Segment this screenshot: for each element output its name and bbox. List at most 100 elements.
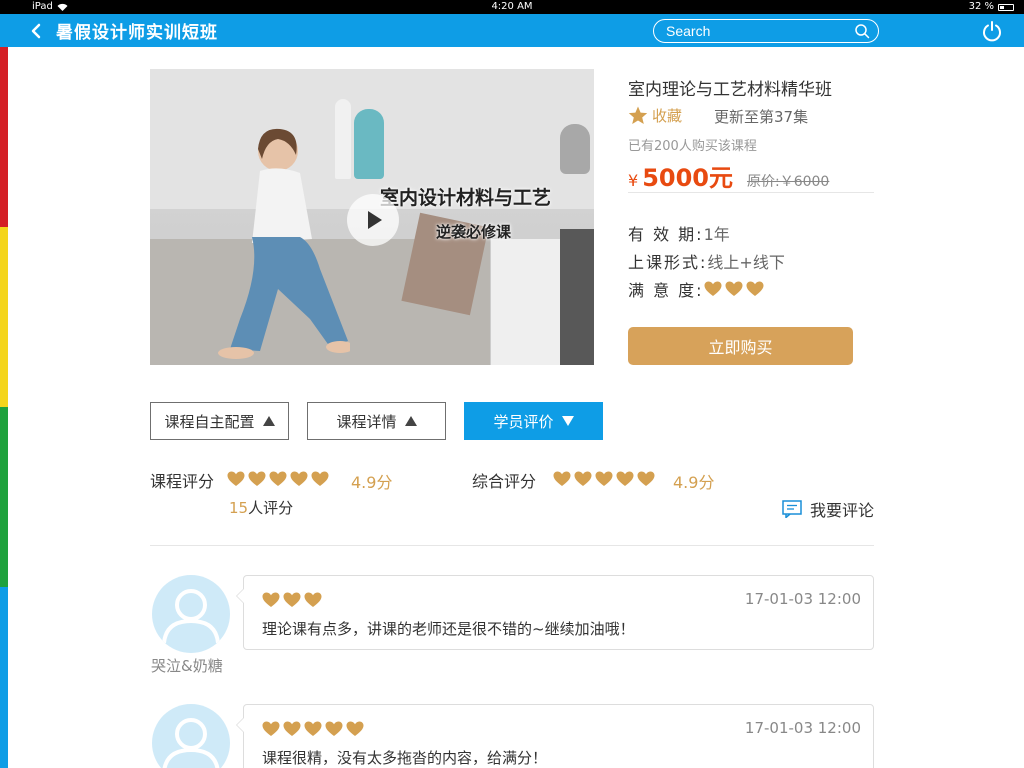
tab-course-details[interactable]: 课程详情 [307,402,446,440]
heart-icon [746,281,764,296]
video-overlay-title: 室内设计材料与工艺 [380,187,552,209]
status-right: 32 % [969,0,1014,14]
play-icon [368,211,382,229]
search-icon[interactable] [854,23,870,39]
review-hearts [262,721,364,737]
heart-icon [574,471,592,486]
avatar[interactable] [152,704,230,768]
favorite-button[interactable]: 收藏 [628,105,682,126]
nav-bar: 暑假设计师实训短班 [0,14,1024,47]
video-scene [560,124,590,174]
heart-icon [725,281,743,296]
review-hearts [262,592,322,608]
satisfaction-hearts [704,281,764,297]
avatar[interactable] [152,575,230,653]
heart-icon [311,471,329,486]
comment-icon [782,500,802,518]
favorite-label: 收藏 [652,107,683,125]
search-input[interactable] [666,23,854,39]
battery-icon [998,3,1014,11]
overall-rating-label: 综合评分 [472,472,537,491]
buyers-count: 已有200人购买该课程 [628,139,757,154]
chevron-left-icon [31,23,41,38]
heart-icon [227,471,245,486]
video-person-image [218,128,350,359]
stripe-yellow [0,227,8,407]
heart-icon [262,592,280,607]
tab-label: 学员评价 [493,412,554,431]
battery-percent: 32 % [968,1,994,12]
review-text: 课程很精，没有太多拖沓的内容，给满分！ [262,749,548,767]
tab-course-config[interactable]: 课程自主配置 [150,402,289,440]
heart-icon [290,471,308,486]
satisfaction-label: 满 意 度: [628,281,704,300]
divider [150,545,874,546]
heart-icon [325,721,343,736]
update-status: 更新至第37集 [714,108,809,126]
heart-icon [283,721,301,736]
tab-student-reviews[interactable]: 学员评价 [464,402,603,440]
write-review-label: 我要评论 [810,501,875,520]
heart-icon [637,471,655,486]
user-icon [162,718,220,768]
video-thumbnail[interactable]: 室内设计材料与工艺 逆袭必修课 [150,69,594,365]
tab-label: 课程自主配置 [164,412,255,431]
course-rating-label: 课程评分 [150,472,215,491]
triangle-down-icon [561,416,574,426]
price-symbol: ¥ [628,171,639,190]
validity-row: 有 效 期: 1年 [628,221,730,245]
course-rating-score: 4.9分 [351,473,393,492]
course-rating-hearts [227,471,329,487]
overall-rating-score: 4.9分 [673,473,715,492]
tab-label: 课程详情 [336,412,397,431]
heart-icon [304,592,322,607]
rating-count: 15人评分 [229,497,293,518]
triangle-up-icon [262,416,275,426]
price-original: 原价:￥6000 [746,174,830,190]
play-button[interactable] [347,194,399,246]
write-review-button[interactable]: 我要评论 [782,497,874,521]
heart-icon [595,471,613,486]
back-button[interactable]: 暑假设计师实训短班 [28,14,218,47]
review-username: 哭泣&奶糖 [151,657,223,675]
power-icon[interactable] [981,20,1003,42]
review-time: 17-01-03 12:00 [744,590,861,608]
status-time: 4:20 AM [491,1,533,12]
review-text: 理论课有点多，讲课的老师还是很不错的~继续加油哦！ [262,620,635,638]
stripe-green [0,407,8,587]
heart-icon [269,471,287,486]
overall-rating-hearts [553,471,655,487]
video-scene [354,109,384,179]
heart-icon [553,471,571,486]
validity-value: 1年 [703,225,730,244]
rating-count-suffix: 人评分 [248,499,294,517]
video-overlay-subtitle: 逆袭必修课 [436,223,512,241]
rating-count-number: 15 [229,499,249,517]
heart-icon [346,721,364,736]
star-icon [628,106,648,124]
stripe-blue [0,587,8,768]
user-icon [162,589,220,644]
price-current: 5000元 [642,164,733,192]
validity-label: 有 效 期: [628,225,704,244]
course-title: 室内理论与工艺材料精华班 [628,80,832,100]
review-card: 17-01-03 12:00 课程很精，没有太多拖沓的内容，给满分！ [236,704,874,768]
heart-icon [704,281,722,296]
review-card: 17-01-03 12:00 理论课有点多，讲课的老师还是很不错的~继续加油哦！ [236,575,874,650]
buy-now-button[interactable]: 立即购买 [628,327,853,365]
review-time: 17-01-03 12:00 [744,719,861,737]
heart-icon [248,471,266,486]
divider [628,192,874,193]
triangle-up-icon [404,416,417,426]
search-box[interactable] [653,19,879,43]
satisfaction-row: 满 意 度: [628,277,764,301]
video-scene [560,229,594,365]
price-row: ¥ 5000元 原价:￥6000 [628,158,829,193]
mode-value: 线上+线下 [707,253,785,272]
video-scene [490,239,560,365]
heart-icon [262,721,280,736]
mode-row: 上课形式: 线上+线下 [628,249,785,273]
mode-label: 上课形式: [628,253,708,272]
page-title: 暑假设计师实训短班 [56,23,218,43]
heart-icon [616,471,634,486]
